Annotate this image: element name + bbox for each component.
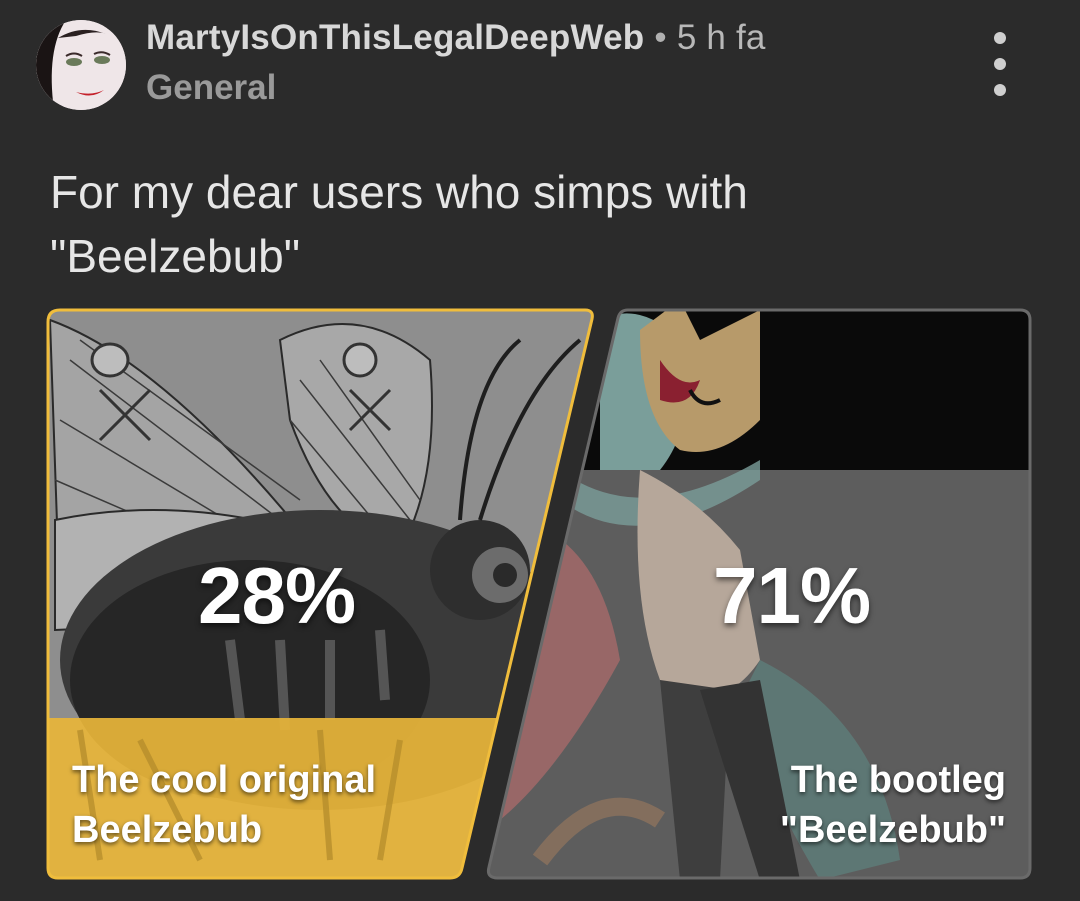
post-title-line1: For my dear users who simps with [50, 166, 748, 218]
label-original-line1: The cool original [72, 759, 377, 801]
poll-option-bootleg[interactable]: 71% The bootleg "Beelzebub" [487, 310, 1030, 878]
label-bootleg-line2: "Beelzebub" [779, 809, 1006, 851]
author-line: MartyIsOnThisLegalDeepWeb • 5 h fa [146, 18, 766, 58]
label-original: The cool original Beelzebub [72, 755, 376, 855]
poll: 28% The cool original Beelzebub 71% The … [0, 300, 1080, 890]
percent-original: 28% [198, 551, 356, 640]
post-time: 5 h fa [676, 18, 766, 57]
label-bootleg: The bootleg "Beelzebub" [780, 755, 1006, 855]
label-original-line2: Beelzebub [72, 809, 263, 851]
post-header: MartyIsOnThisLegalDeepWeb • 5 h fa General [0, 0, 1080, 130]
post-title-line2: "Beelzebub" [50, 230, 301, 282]
post-title: For my dear users who simps with "Beelze… [50, 160, 1010, 288]
separator-dot: • [654, 18, 667, 57]
label-bootleg-line1: The bootleg [790, 759, 1006, 801]
author-name[interactable]: MartyIsOnThisLegalDeepWeb [146, 18, 644, 57]
community-name[interactable]: General [146, 68, 276, 108]
vertical-ellipsis-icon[interactable] [980, 32, 1020, 96]
percent-bootleg: 71% [713, 551, 871, 640]
avatar[interactable] [36, 20, 126, 110]
